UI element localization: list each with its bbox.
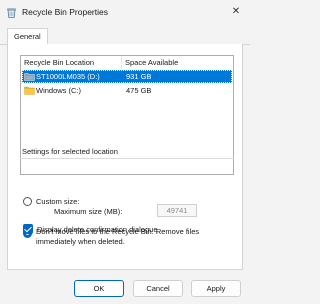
column-header-location[interactable]: Recycle Bin Location [21, 56, 122, 69]
title-bar: Recycle Bin Properties ✕ [0, 0, 250, 26]
max-size-label: Maximum size (MB): [54, 207, 123, 216]
settings-legend: Settings for selected location [22, 147, 118, 156]
groupbox-divider [20, 158, 234, 159]
recycle-bin-properties-window: Recycle Bin Properties ✕ General Recycle… [0, 0, 250, 304]
custom-size-radio[interactable] [23, 197, 32, 206]
display-delete-confirmation-checkbox[interactable] [23, 224, 33, 234]
location-name: Windows (C:) [36, 86, 82, 95]
apply-button[interactable]: Apply [191, 280, 241, 297]
general-tab-panel: Recycle Bin Location Space Available ST1… [7, 44, 243, 270]
close-icon: ✕ [231, 6, 241, 17]
close-button[interactable]: ✕ [224, 2, 248, 22]
location-name: ST1000LM035 (D:) [36, 72, 100, 81]
space-available: 475 GB [126, 86, 152, 95]
list-item[interactable]: ST1000LM035 (D:) 931 GB [22, 70, 232, 83]
list-item[interactable]: Windows (C:) 475 GB [22, 84, 232, 97]
custom-size-label[interactable]: Custom size: [36, 197, 79, 206]
display-delete-confirmation-label[interactable]: Display delete confirmation dialogue [37, 225, 158, 234]
max-size-input[interactable] [157, 204, 197, 217]
ok-button[interactable]: OK [74, 280, 124, 297]
tab-bar: General [0, 26, 250, 46]
cancel-button[interactable]: Cancel [133, 280, 183, 297]
drive-icon [24, 73, 35, 81]
list-header: Recycle Bin Location Space Available [21, 56, 233, 69]
settings-groupbox: Settings for selected location Custom si… [20, 147, 234, 246]
recycle-bin-icon [7, 8, 16, 18]
window-title: Recycle Bin Properties [22, 7, 108, 17]
column-header-space[interactable]: Space Available [122, 56, 233, 69]
folder-icon [24, 86, 35, 95]
space-available: 931 GB [126, 72, 152, 81]
